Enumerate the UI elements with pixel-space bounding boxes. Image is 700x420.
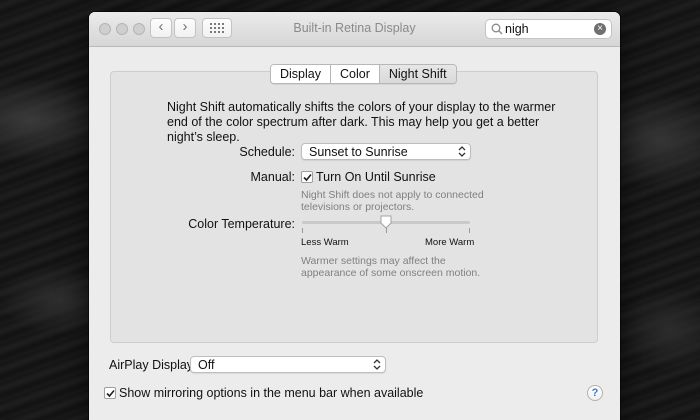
manual-note: Night Shift does not apply to connected … — [301, 189, 484, 213]
mirroring-checkbox-label[interactable]: Show mirroring options in the menu bar w… — [119, 386, 423, 400]
schedule-value: Sunset to Sunrise — [309, 145, 408, 159]
more-warm-label: More Warm — [425, 237, 475, 248]
night-shift-description: Night Shift automatically shifts the col… — [167, 100, 556, 144]
slider-tick — [302, 228, 303, 233]
less-warm-label: Less Warm — [301, 237, 349, 248]
manual-checkbox[interactable] — [301, 171, 313, 183]
mirroring-checkbox[interactable] — [104, 387, 116, 399]
tab-display[interactable]: Display — [271, 65, 331, 83]
color-temperature-label: Color Temperature: — [188, 217, 295, 231]
schedule-popup[interactable]: Sunset to Sunrise — [301, 143, 471, 160]
search-icon — [491, 23, 503, 35]
chevron-up-down-icon — [373, 359, 381, 370]
tab-night-shift[interactable]: Night Shift — [379, 65, 456, 83]
airplay-label: AirPlay Display: — [109, 358, 197, 372]
color-temperature-slider-thumb[interactable] — [380, 215, 392, 229]
tab-color[interactable]: Color — [331, 65, 380, 83]
help-button[interactable]: ? — [587, 385, 603, 401]
airplay-value: Off — [198, 358, 215, 372]
preferences-window: ‹ › Built-in Retina Display nigh × Displ… — [89, 12, 620, 420]
search-field[interactable]: nigh × — [485, 19, 612, 39]
airplay-popup[interactable]: Off — [190, 356, 386, 373]
segmented-tabs: Display Color Night Shift — [270, 64, 457, 84]
chevron-up-down-icon — [458, 146, 466, 157]
manual-checkbox-label[interactable]: Turn On Until Sunrise — [316, 170, 436, 184]
temperature-note: Warmer settings may affect the appearanc… — [301, 255, 481, 279]
slider-tick — [469, 228, 470, 233]
checkmark-icon — [303, 173, 312, 182]
search-input[interactable]: nigh — [505, 22, 529, 36]
title-bar: ‹ › Built-in Retina Display nigh × — [89, 12, 620, 47]
schedule-label: Schedule: — [239, 145, 295, 159]
clear-search-icon[interactable]: × — [594, 23, 606, 35]
checkmark-icon — [106, 389, 115, 398]
question-mark-icon: ? — [591, 387, 599, 399]
manual-label: Manual: — [250, 170, 295, 184]
